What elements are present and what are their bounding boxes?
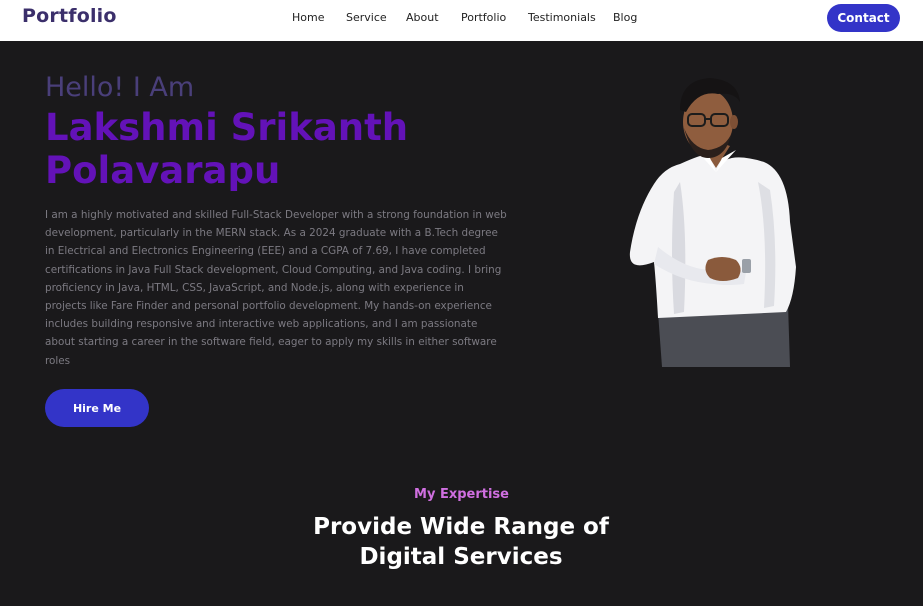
nav-link-service[interactable]: Service <box>346 11 387 24</box>
expertise-eyebrow: My Expertise <box>414 487 509 502</box>
nav-link-about[interactable]: About <box>406 11 439 24</box>
contact-button[interactable]: Contact <box>827 4 900 32</box>
nav-link-home[interactable]: Home <box>292 11 324 24</box>
services-heading: Provide Wide Range of Digital Services <box>313 514 609 570</box>
hero-name: Lakshmi Srikanth Polavarapu <box>45 106 409 192</box>
nav-link-blog[interactable]: Blog <box>613 11 637 24</box>
hero-greeting: Hello! I Am <box>45 72 195 103</box>
brand-logo[interactable]: Portfolio <box>22 5 117 27</box>
top-navbar: Portfolio Home Service About Portfolio T… <box>0 0 923 41</box>
nav-link-portfolio[interactable]: Portfolio <box>461 11 506 24</box>
nav-link-testimonials[interactable]: Testimonials <box>528 11 596 24</box>
hire-me-button[interactable]: Hire Me <box>45 389 149 427</box>
profile-photo <box>629 78 796 367</box>
hero-bio: I am a highly motivated and skilled Full… <box>45 209 507 367</box>
